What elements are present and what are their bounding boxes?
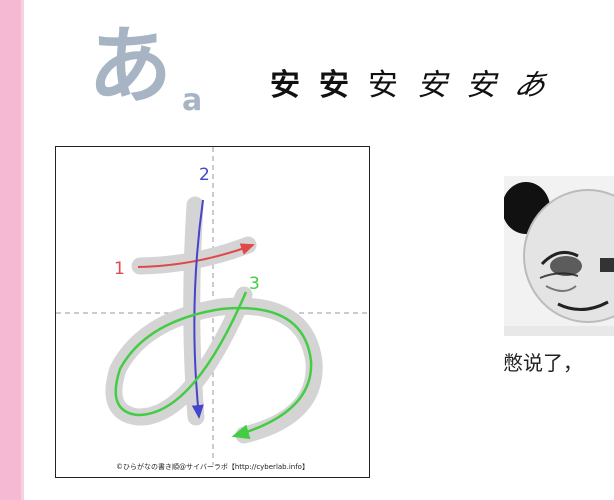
- stroke-label-1: 1: [114, 259, 125, 279]
- evolution-glyph-4: 安: [417, 68, 447, 103]
- panda-face-icon: [504, 176, 614, 336]
- evolution-glyph-1: 安: [270, 68, 300, 103]
- stroke-order-diagram: 1 2 3 ©ひらがなの書き順@サイバーラボ【http://cyberlab.i…: [55, 146, 371, 478]
- big-kana: あ: [88, 17, 173, 115]
- evolution-glyph-5: 安: [466, 68, 496, 103]
- stroke-label-3: 3: [249, 274, 260, 294]
- panda-meme-image: [504, 176, 614, 336]
- meme-caption: 憋说了，: [503, 351, 583, 375]
- character-outline: [105, 196, 323, 444]
- stroke-order-svg: 1 2 3: [56, 147, 371, 465]
- romaji: a: [182, 83, 203, 118]
- evolution-glyph-2: 安: [319, 68, 349, 103]
- kanji-evolution-row: 安 安 安 安 安 あ: [270, 66, 564, 106]
- left-pink-bar: [0, 0, 21, 500]
- stroke-label-2: 2: [199, 165, 210, 185]
- evolution-glyph-3: 安: [368, 68, 398, 103]
- evolution-glyph-6: あ: [510, 68, 550, 103]
- copyright-caption: ©ひらがなの書き順@サイバーラボ【http://cyberlab.info】: [116, 463, 309, 471]
- left-pink-edge: [21, 0, 24, 500]
